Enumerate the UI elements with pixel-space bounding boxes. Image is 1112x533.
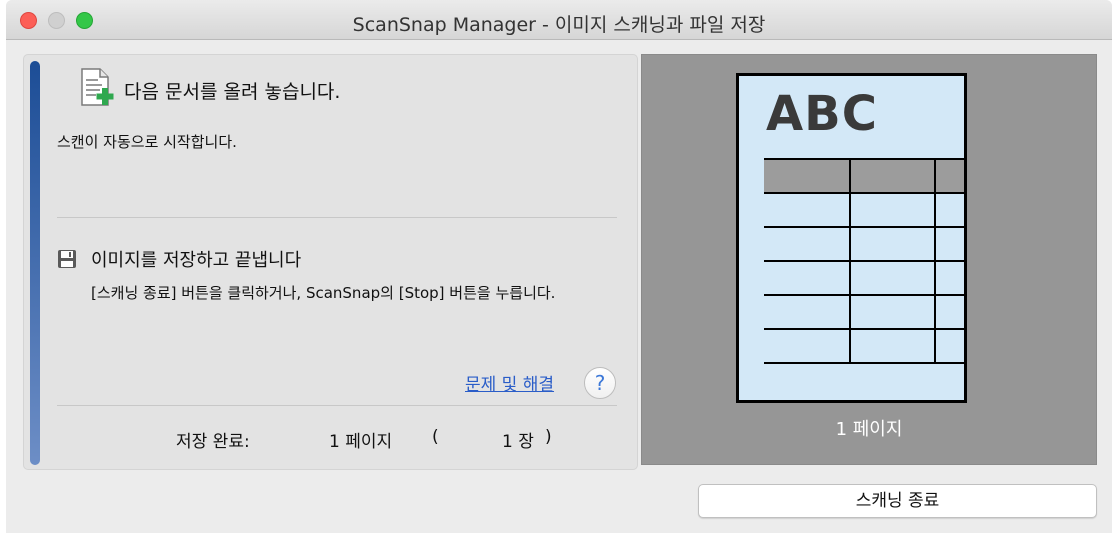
save-disk-icon <box>58 250 76 268</box>
step2-title: 이미지를 저장하고 끝냅니다 <box>91 250 302 271</box>
scan-steps-panel: 다음 문서를 올려 놓습니다. 스캔이 자동으로 시작합니다. 이미지를 저장하… <box>23 54 638 470</box>
scan-progress-bar <box>30 61 40 465</box>
preview-page-count: 1 페이지 <box>835 419 903 440</box>
window-title: ScanSnap Manager - 이미지 스캐닝과 파일 저장 <box>352 14 766 36</box>
troubleshooting-link[interactable]: 문제 및 해결 <box>465 370 554 395</box>
saved-label: 저장 완료: <box>176 432 250 452</box>
status-divider <box>57 405 617 406</box>
preview-page-heading: ABC <box>766 86 878 142</box>
saved-sheets-value: 1 장 <box>502 432 534 452</box>
document-add-icon <box>81 68 114 106</box>
stop-scanning-button[interactable]: 스캐닝 종료 <box>698 484 1097 518</box>
step2-description: [스캐닝 종료] 버튼을 클릭하거나, ScanSnap의 [Stop] 버튼을… <box>91 284 556 302</box>
close-paren: ) <box>545 427 552 447</box>
step1-title: 다음 문서를 올려 놓습니다. <box>124 81 341 103</box>
help-button[interactable]: ? <box>584 367 616 399</box>
open-paren: ( <box>432 427 439 447</box>
scan-preview-panel: ABC 1 페이지 <box>641 54 1097 465</box>
step1-description: 스캔이 자동으로 시작합니다. <box>57 133 237 151</box>
section-divider <box>57 217 617 218</box>
scansnap-window: ScanSnap Manager - 이미지 스캐닝과 파일 저장 다음 문서를… <box>6 0 1112 533</box>
preview-page-thumbnail: ABC <box>736 73 967 403</box>
title-bar[interactable]: ScanSnap Manager - 이미지 스캐닝과 파일 저장 <box>6 0 1112 40</box>
scan-progress-fill <box>30 61 40 465</box>
saved-pages-value: 1 페이지 <box>329 432 393 452</box>
